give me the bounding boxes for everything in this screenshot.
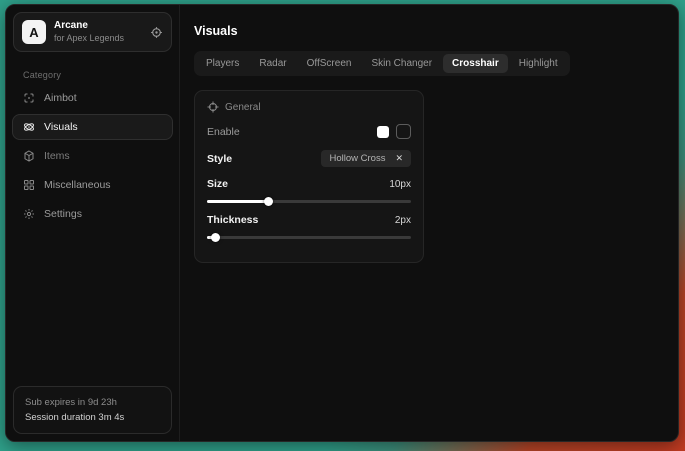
color-swatch[interactable] [377, 126, 389, 138]
size-value: 10px [389, 179, 411, 190]
enable-checkbox[interactable] [396, 124, 411, 139]
panel-header: General [207, 101, 411, 113]
sidebar-item-items[interactable]: Items [12, 143, 173, 169]
tab-highlight[interactable]: Highlight [510, 54, 567, 73]
category-label: Category [23, 70, 179, 80]
subscription-info-card: Sub expires in 9d 23h Session duration 3… [13, 386, 172, 434]
slider-fill [207, 200, 268, 203]
tab-radar[interactable]: Radar [250, 54, 295, 73]
tab-offscreen[interactable]: OffScreen [298, 54, 361, 73]
sidebar-item-visuals[interactable]: Visuals [12, 114, 173, 140]
gear-icon [23, 208, 35, 220]
page-title: Visuals [194, 24, 664, 38]
tab-crosshair[interactable]: Crosshair [443, 54, 508, 73]
sidebar-item-label: Settings [44, 208, 82, 220]
tab-players[interactable]: Players [197, 54, 248, 73]
style-label: Style [207, 153, 232, 165]
enable-row: Enable [207, 124, 411, 139]
visuals-tabbar: Players Radar OffScreen Skin Changer Cro… [194, 51, 570, 76]
enable-label: Enable [207, 126, 240, 138]
sidebar-item-label: Visuals [44, 121, 78, 133]
thickness-row: Thickness 2px [207, 214, 411, 226]
size-label: Size [207, 178, 228, 190]
app-window: A Arcane for Apex Legends Category [5, 4, 679, 442]
crosshair-icon [207, 101, 219, 113]
sidebar-item-label: Items [44, 150, 70, 162]
slider-thumb[interactable] [211, 233, 220, 242]
thickness-slider[interactable] [207, 232, 411, 242]
app-header-card: A Arcane for Apex Legends [13, 12, 172, 52]
sub-expiry-text: Sub expires in 9d 23h [25, 395, 160, 410]
size-slider[interactable] [207, 196, 411, 206]
sidebar-item-miscellaneous[interactable]: Miscellaneous [12, 172, 173, 198]
slider-track [207, 236, 411, 239]
app-title: Arcane [54, 20, 124, 33]
size-setting: Size 10px [207, 178, 411, 206]
misc-grid-icon [23, 179, 35, 191]
visuals-eye-icon [23, 121, 35, 133]
thickness-value: 2px [395, 215, 411, 226]
sidebar-item-settings[interactable]: Settings [12, 201, 173, 227]
style-row: Style Hollow Cross ✕ [207, 150, 411, 167]
sidebar-item-label: Miscellaneous [44, 179, 111, 191]
sidebar-item-aimbot[interactable]: Aimbot [12, 85, 173, 111]
panel-title: General [225, 102, 261, 113]
clear-icon[interactable]: ✕ [395, 153, 403, 164]
slider-thumb[interactable] [264, 197, 273, 206]
general-panel: General Enable Style Hollow Cross ✕ Size [194, 90, 424, 263]
items-package-icon [23, 150, 35, 162]
main-content: Visuals Players Radar OffScreen Skin Cha… [180, 5, 678, 441]
thickness-setting: Thickness 2px [207, 214, 411, 242]
size-row: Size 10px [207, 178, 411, 190]
thickness-label: Thickness [207, 214, 258, 226]
app-subtitle: for Apex Legends [54, 33, 124, 44]
app-logo: A [22, 20, 46, 44]
app-header-text: Arcane for Apex Legends [54, 20, 124, 44]
aimbot-crosshair-icon [23, 92, 35, 104]
sidebar-item-label: Aimbot [44, 92, 77, 104]
style-select[interactable]: Hollow Cross ✕ [321, 150, 411, 167]
tab-skin-changer[interactable]: Skin Changer [362, 54, 441, 73]
enable-controls [377, 124, 411, 139]
sidebar-nav: Aimbot Visuals [6, 85, 179, 227]
style-value: Hollow Cross [329, 153, 385, 164]
target-icon[interactable] [150, 26, 163, 39]
session-duration-text: Session duration 3m 4s [25, 410, 160, 425]
sidebar: A Arcane for Apex Legends Category [6, 5, 180, 441]
